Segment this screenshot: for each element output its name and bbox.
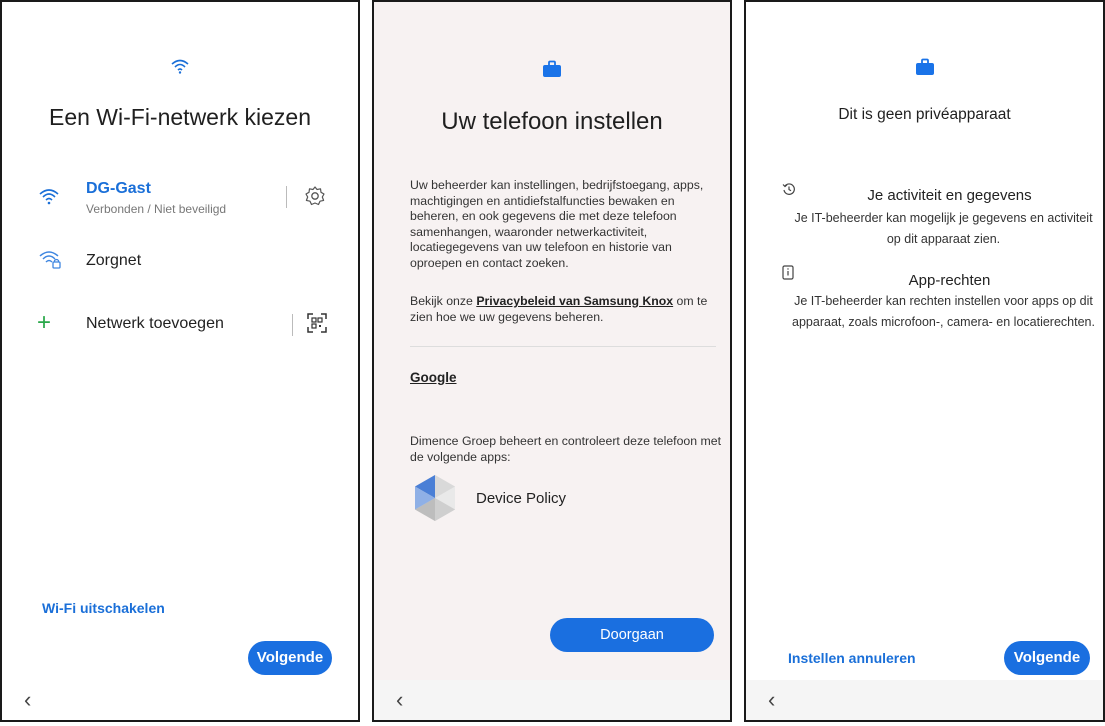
network-status: Verbonden / Niet beveiligd [86,202,227,216]
network-item-dg-gast[interactable]: DG-Gast Verbonden / Niet beveiligd [2,174,358,224]
privacy-policy-link[interactable]: Privacybeleid van Samsung Knox [476,294,673,308]
wifi-icon [38,187,60,210]
privacy-notice: Bekijk onze Privacybeleid van Samsung Kn… [410,294,722,325]
phone-info-icon [782,265,794,285]
page-title: Dit is geen privéapparaat [838,106,1011,123]
section-body-app-rights: Je IT-beheerder kan rechten instellen vo… [792,294,1095,329]
managed-by-text: Dimence Groep beheert en controleert dez… [410,434,722,464]
back-icon[interactable]: ‹ [24,689,31,711]
back-icon[interactable]: ‹ [396,689,403,711]
continue-button[interactable]: Doorgaan [550,618,714,652]
history-icon [782,182,796,201]
network-name: Zorgnet [86,252,142,269]
setup-screen: Uw telefoon instellen Uw beheerder kan i… [372,0,732,722]
divider [292,314,293,336]
section-title-activity: Je activiteit en gegevens [867,187,1032,204]
cancel-setup-link[interactable]: Instellen annuleren [788,650,916,666]
network-item-zorgnet[interactable]: Zorgnet [2,240,358,290]
back-icon[interactable]: ‹ [768,689,775,711]
briefcase-icon [915,58,935,81]
page-title: Een Wi-Fi-netwerk kiezen [48,104,312,130]
section-body-activity: Je IT-beheerder kan mogelijk je gegevens… [794,211,1093,246]
next-button[interactable]: Volgende [1004,641,1090,675]
privacy-prefix: Bekijk onze [410,294,477,308]
divider [286,186,287,208]
wifi-screen: Een Wi-Fi-netwerk kiezen DG-Gast Verbond… [0,0,360,722]
privacy-screen: Dit is geen privéapparaat Je activiteit … [744,0,1105,722]
page-title: Uw telefoon instellen [441,108,663,135]
navigation-bar: ‹ [746,680,1103,720]
section-title-app-rights: App-rechten [908,272,991,289]
device-policy-icon [414,474,456,527]
admin-description: Uw beheerder kan instellingen, bedrijfst… [410,178,704,270]
network-name: DG-Gast [86,180,151,197]
wifi-icon [170,58,190,79]
app-item-device-policy: Device Policy [410,474,710,524]
plus-icon: + [37,309,52,336]
wifi-lock-icon [38,249,62,274]
briefcase-icon [542,60,562,83]
disable-wifi-link[interactable]: Wi-Fi uitschakelen [42,600,165,616]
add-network-label: Netwerk toevoegen [86,315,224,332]
google-heading[interactable]: Google [410,370,457,385]
gear-icon[interactable] [304,185,326,212]
add-network-item[interactable]: + Netwerk toevoegen [2,302,358,352]
navigation-bar: ‹ [2,680,358,720]
qr-scan-icon[interactable] [306,312,328,339]
next-button[interactable]: Volgende [248,641,332,675]
app-name: Device Policy [476,490,567,507]
divider [410,346,716,347]
navigation-bar: ‹ [374,680,730,720]
